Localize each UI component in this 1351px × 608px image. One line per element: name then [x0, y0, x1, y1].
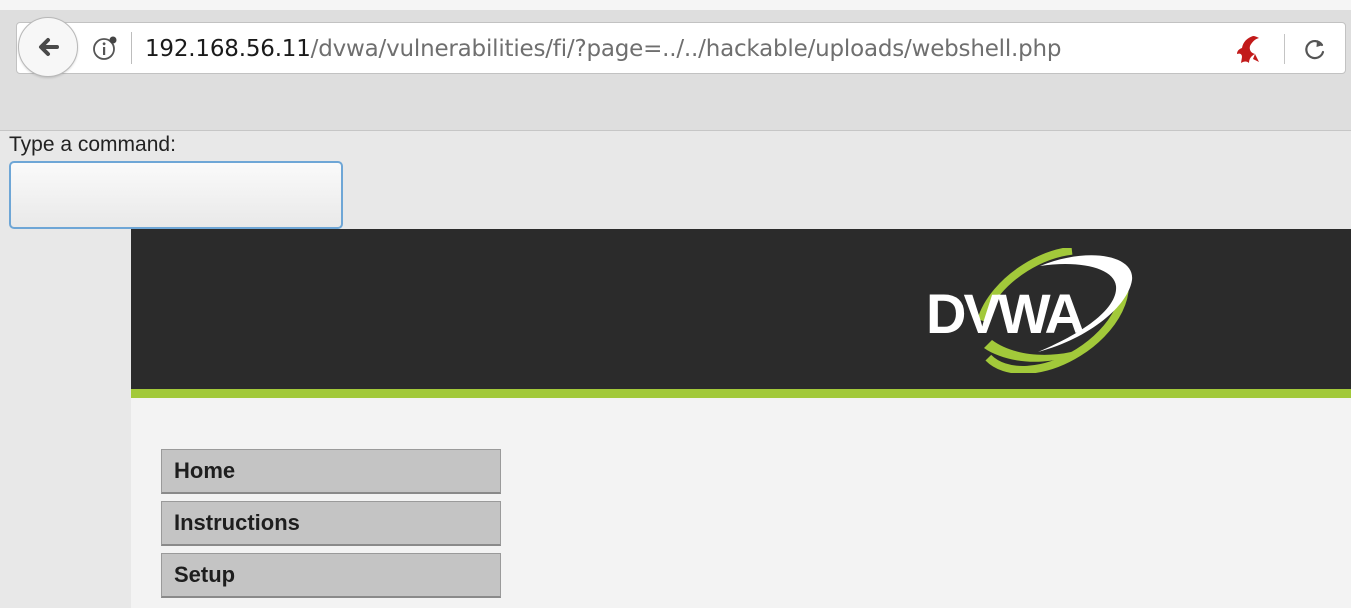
back-arrow-icon [39, 38, 59, 56]
url-host: 192.168.56.11 [145, 36, 311, 62]
address-bar-divider [131, 32, 132, 64]
extension-icon[interactable] [1233, 32, 1263, 66]
dvwa-header [131, 229, 1351, 389]
tab-strip [0, 0, 1351, 10]
browser-toolbar: 192.168.56.11/dvwa/vulnerabilities/fi/?p… [0, 0, 1351, 131]
reload-icon[interactable] [1302, 36, 1328, 62]
command-label: Type a command: [9, 133, 176, 156]
back-button[interactable] [18, 17, 78, 77]
menu-item-setup[interactable]: Setup [161, 553, 501, 598]
command-input[interactable] [9, 161, 343, 229]
dvwa-logo: DVWA [926, 248, 1133, 373]
address-bar-divider-2 [1284, 34, 1285, 64]
menu-item-home[interactable]: Home [161, 449, 501, 494]
header-accent-bar [131, 389, 1351, 398]
site-info-icon[interactable] [92, 35, 118, 61]
url-path: /dvwa/vulnerabilities/fi/?page=../../hac… [310, 36, 1062, 62]
menu-item-instructions[interactable]: Instructions [161, 501, 501, 546]
dvwa-logo-text: DVWA [926, 282, 1084, 345]
url-text[interactable]: 192.168.56.11/dvwa/vulnerabilities/fi/?p… [145, 32, 1062, 66]
